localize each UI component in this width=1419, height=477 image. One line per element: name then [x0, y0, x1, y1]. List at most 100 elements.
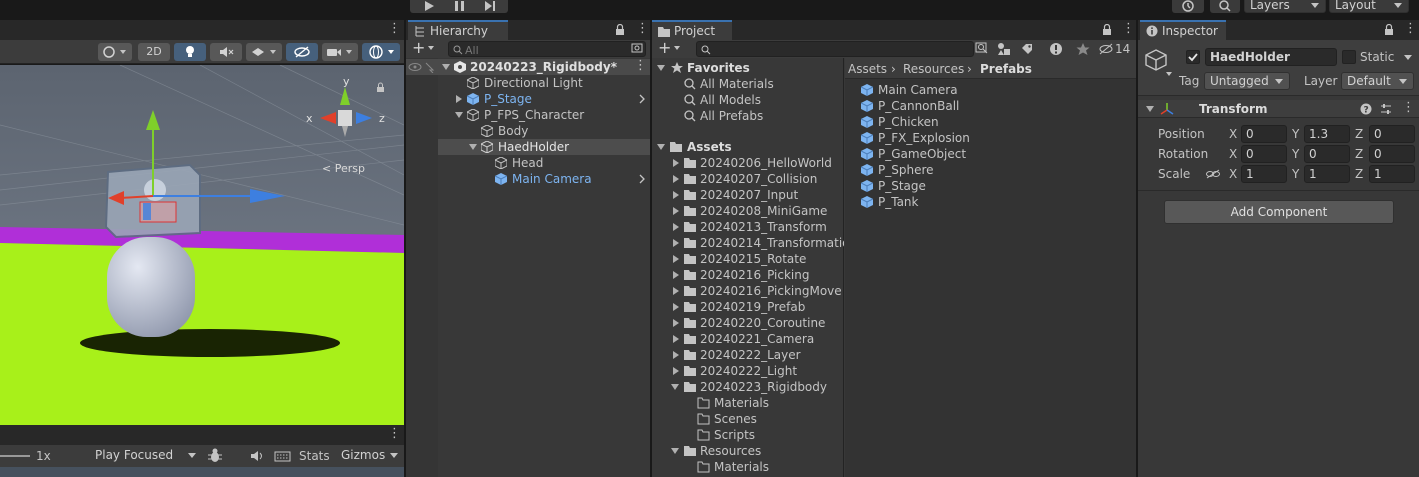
favorite-item[interactable]: All Prefabs [652, 108, 844, 124]
scene-row[interactable]: 20240223_Rigidbody* [406, 58, 650, 75]
scale-y-field[interactable]: 1 [1304, 165, 1350, 183]
collapse-icon[interactable] [657, 144, 665, 150]
project-create-button[interactable]: + [658, 40, 686, 57]
tab-inspector[interactable]: Inspector [1140, 20, 1226, 40]
collapse-icon[interactable] [657, 65, 665, 71]
scene-expand-icon[interactable] [442, 64, 450, 70]
expand-icon[interactable] [673, 223, 679, 231]
scene-row-menu-icon[interactable] [634, 58, 647, 73]
rotation-z-field[interactable]: 0 [1369, 145, 1415, 163]
favorite-star-icon[interactable] [1076, 42, 1090, 56]
expand-icon[interactable] [673, 303, 679, 311]
hidden-packages-toggle[interactable]: 14 [1098, 41, 1134, 57]
position-z-field[interactable]: 0 [1369, 125, 1415, 143]
scale-z-label[interactable]: Z [1355, 166, 1363, 182]
expand-icon[interactable] [673, 175, 679, 183]
gizmos-game-dropdown[interactable]: Gizmos [336, 447, 404, 465]
persp-label[interactable]: < Persp [322, 162, 365, 175]
prefab-item[interactable]: P_Chicken [845, 114, 1136, 130]
expand-icon[interactable] [673, 159, 679, 167]
history-button[interactable] [1172, 0, 1204, 13]
audio-toggle[interactable] [210, 43, 242, 61]
scale-x-field[interactable]: 1 [1241, 165, 1287, 183]
lock-icon[interactable] [1102, 24, 1112, 36]
expand-icon[interactable] [673, 335, 679, 343]
position-y-label[interactable]: Y [1292, 126, 1299, 142]
expand-icon[interactable] [673, 351, 679, 359]
label-filter-icon[interactable] [1020, 42, 1034, 56]
asset-folder[interactable]: 20240206_HelloWorld [652, 155, 844, 171]
position-z-label[interactable]: Z [1355, 126, 1363, 142]
draw-mode-button[interactable] [98, 43, 132, 61]
rigidbody-child-folder[interactable]: Scripts [652, 427, 844, 443]
chevron-right-icon[interactable] [638, 94, 646, 104]
step-button[interactable] [480, 0, 500, 13]
asset-folder[interactable]: 20240221_Camera [652, 331, 844, 347]
gizmos-dropdown[interactable] [362, 43, 400, 61]
asset-folder[interactable]: 20240207_Input [652, 187, 844, 203]
position-y-field[interactable]: 1.3 [1304, 125, 1350, 143]
play-mode-dropdown[interactable]: Play Focused [90, 447, 202, 465]
expand-icon[interactable] [673, 367, 679, 375]
game-viewport[interactable] [0, 467, 404, 477]
static-dropdown[interactable] [1404, 55, 1412, 60]
rotation-x-label[interactable]: X [1229, 146, 1237, 162]
favorite-item[interactable]: All Materials [652, 76, 844, 92]
position-x-label[interactable]: X [1229, 126, 1237, 142]
effects-dropdown[interactable] [246, 43, 282, 61]
hierarchy-item-haedholder[interactable]: HaedHolder [438, 139, 650, 155]
expand-icon[interactable] [673, 191, 679, 199]
prefab-item[interactable]: P_GameObject [845, 146, 1136, 162]
object-name-input[interactable]: HaedHolder [1205, 48, 1337, 66]
eye-icon[interactable] [408, 62, 422, 72]
preset-icon[interactable] [1380, 103, 1392, 115]
lighting-toggle[interactable] [174, 43, 206, 61]
resources-folder[interactable]: Resources [652, 443, 844, 459]
2d-toggle[interactable]: 2D [138, 43, 170, 61]
collapse-icon[interactable] [1146, 106, 1154, 112]
prefab-item[interactable]: Main Camera [845, 82, 1136, 98]
asset-folder[interactable]: 20240216_PickingMove [652, 283, 844, 299]
collapse-icon[interactable] [469, 144, 477, 150]
assets-row[interactable]: Assets [652, 139, 844, 155]
layer-dropdown[interactable]: Default [1341, 72, 1414, 90]
camera-dropdown[interactable] [322, 43, 358, 61]
asset-folder[interactable]: 20240220_Coroutine [652, 315, 844, 331]
lock-icon[interactable] [615, 24, 625, 36]
help-icon[interactable]: ? [1360, 103, 1372, 115]
scale-x-label[interactable]: X [1229, 166, 1237, 182]
project-search-input[interactable] [696, 41, 974, 57]
stats-button[interactable]: Stats [299, 448, 330, 464]
expand-icon[interactable] [673, 255, 679, 263]
prefab-item[interactable]: P_FX_Explosion [845, 130, 1136, 146]
scene-menu-icon[interactable] [388, 21, 401, 36]
link-icon[interactable] [1206, 169, 1220, 179]
expand-icon[interactable] [673, 271, 679, 279]
hierarchy-search-input[interactable]: All [448, 41, 646, 57]
hierarchy-item-head[interactable]: Head [406, 155, 650, 171]
hierarchy-item-main-camera[interactable]: Main Camera [406, 171, 650, 187]
add-component-button[interactable]: Add Component [1164, 200, 1394, 224]
warning-filter-icon[interactable] [1049, 42, 1063, 56]
layout-dropdown[interactable]: Layout [1329, 0, 1409, 13]
collapse-icon[interactable] [671, 384, 679, 390]
vsync-button[interactable] [272, 447, 294, 465]
asset-folder[interactable]: 20240208_MiniGame [652, 203, 844, 219]
rigidbody-child-folder[interactable]: Materials [652, 395, 844, 411]
asset-folder[interactable]: 20240223_Rigidbody [652, 379, 844, 395]
hierarchy-item-p-stage[interactable]: P_Stage [406, 91, 650, 107]
asset-folder[interactable]: 20240222_Light [652, 363, 844, 379]
expand-icon[interactable] [673, 239, 679, 247]
rigidbody-child-folder[interactable]: Scenes [652, 411, 844, 427]
game-menu-icon[interactable] [388, 426, 401, 441]
pause-button[interactable] [450, 0, 470, 13]
layers-dropdown[interactable]: Layers [1244, 0, 1326, 13]
scene-viewport[interactable]: y x z < Persp [0, 65, 404, 425]
expand-icon[interactable] [673, 287, 679, 295]
tag-dropdown[interactable]: Untagged [1204, 72, 1290, 90]
transform-header[interactable]: Transform ? [1138, 100, 1419, 118]
panel-divider[interactable] [404, 20, 406, 477]
bug-button[interactable] [205, 447, 225, 465]
breadcrumb-assets[interactable]: Assets [848, 61, 887, 77]
hierarchy-item-body[interactable]: Body [406, 123, 650, 139]
